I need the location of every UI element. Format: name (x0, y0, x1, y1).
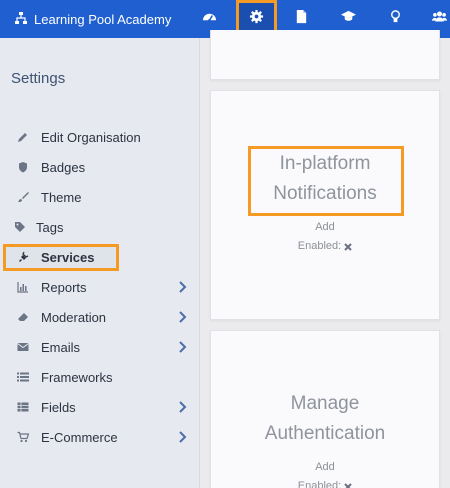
dashboard-icon (202, 9, 217, 29)
eraser-icon (16, 310, 30, 324)
sidebar-item-label: Fields (41, 399, 76, 415)
sidebar-item-edit-organisation[interactable]: Edit Organisation (0, 122, 199, 152)
sidebar-item-label: Reports (41, 279, 87, 295)
chevron-right-icon (178, 310, 188, 324)
envelope-icon (16, 340, 30, 354)
sidebar-item-badges[interactable]: Badges (0, 152, 199, 182)
sidebar-item-reports[interactable]: Reports (0, 272, 199, 302)
enabled-status: Enabled: (211, 240, 439, 252)
add-link[interactable]: Add (211, 221, 439, 233)
shield-icon (16, 160, 30, 174)
sidebar-item-label: Emails (41, 339, 81, 355)
service-card-partial (210, 30, 440, 80)
service-card-notifications: In-platform Notifications Add Enabled: (210, 90, 440, 320)
sidebar-item-frameworks[interactable]: Frameworks (0, 362, 199, 392)
chevron-right-icon (178, 340, 188, 354)
sitemap-icon (14, 11, 28, 28)
sidebar-item-label: Tags (36, 219, 64, 235)
sidebar-item-label: Services (41, 249, 95, 265)
lightbulb-icon (388, 9, 403, 29)
graduation-cap-icon (340, 9, 356, 29)
card-title-line2: Notifications (273, 183, 377, 204)
sidebar-item-label: E-Commerce (41, 429, 118, 445)
tag-icon (13, 220, 27, 234)
plug-icon (16, 250, 30, 264)
list-icon (16, 370, 30, 384)
pencil-icon (16, 130, 30, 144)
sidebar-item-emails[interactable]: Emails (0, 332, 199, 362)
brush-icon (16, 190, 30, 204)
card-title-line2: Authentication (264, 423, 386, 444)
sidebar-item-label: Theme (41, 189, 82, 205)
bar-chart-icon (16, 280, 30, 294)
gear-icon (249, 9, 264, 29)
card-title-line1: Manage (290, 393, 360, 414)
cart-icon (16, 430, 30, 444)
add-link[interactable]: Add (211, 461, 439, 473)
sidebar-title: Settings (11, 70, 66, 87)
sidebar-item-services[interactable]: Services (0, 242, 199, 272)
sidebar-item-label: Moderation (41, 309, 107, 325)
enabled-status: Enabled: (211, 480, 439, 488)
chevron-right-icon (178, 280, 188, 294)
chevron-right-icon (178, 430, 188, 444)
brand-name: Learning Pool Academy (34, 11, 172, 27)
service-card-authentication: Manage Authentication Add Enabled: (210, 330, 440, 488)
sidebar-item-e-commerce[interactable]: E-Commerce (0, 422, 199, 452)
sidebar-item-tags[interactable]: Tags (0, 212, 199, 242)
brand[interactable]: Learning Pool Academy (14, 0, 171, 38)
close-icon (344, 242, 352, 251)
settings-menu: Edit Organisation Badges Theme Tags Serv… (0, 122, 199, 452)
document-icon (294, 9, 309, 29)
sidebar-item-theme[interactable]: Theme (0, 182, 199, 212)
sidebar-item-fields[interactable]: Fields (0, 392, 199, 422)
chevron-right-icon (178, 400, 188, 414)
table-icon (16, 400, 30, 414)
users-icon (431, 9, 447, 29)
sidebar-item-label: Frameworks (41, 369, 113, 385)
enabled-label: Enabled: (297, 480, 342, 488)
sidebar-item-moderation[interactable]: Moderation (0, 302, 199, 332)
sidebar-item-label: Edit Organisation (41, 129, 141, 145)
settings-sidebar: Settings Edit Organisation Badges Theme … (0, 38, 200, 488)
enabled-label: Enabled: (297, 240, 342, 252)
card-title-line1: In-platform (279, 153, 371, 174)
close-icon (344, 482, 352, 488)
sidebar-item-label: Badges (41, 159, 86, 175)
